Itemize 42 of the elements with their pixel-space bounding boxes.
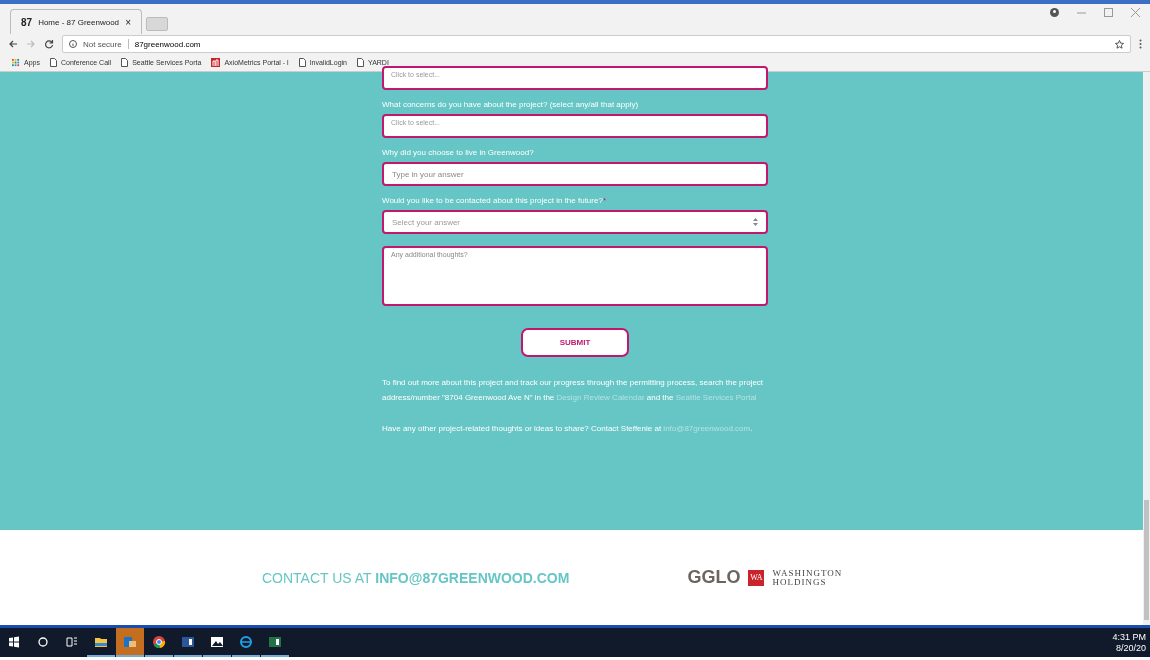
taskbar-clock[interactable]: 4:31 PM 8/20/20 [1112,631,1150,654]
info-paragraph: To find out more about this project and track our progress through the permitting process, search the project address/number "8704 Greenwood Ave N" in the Design Review Calendar and the Seattle Services Portal [382,377,765,404]
page-icon [49,58,57,67]
site-favicon: 87 [21,16,33,28]
star-icon[interactable] [1115,39,1124,49]
back-icon[interactable] [8,39,18,49]
mail-icon [123,634,137,649]
close-icon[interactable] [1131,8,1140,17]
reload-icon[interactable] [44,39,54,49]
maximize-icon[interactable] [1104,8,1113,17]
task-view-icon [65,634,79,649]
info-paragraph: Have any other project-related thoughts or ideas to share? Contact Steffenie at info@87greenwood.com. [382,423,754,435]
windows-icon [7,634,21,649]
scrollbar-thumb[interactable] [1144,500,1149,620]
globe-e-icon [239,634,253,649]
field-label: Would you like to be contacted about this project in the future?* [382,196,607,205]
address-bar[interactable]: Not secure 87greenwood.com [62,35,1131,53]
profile-icon[interactable] [1050,8,1059,17]
gglo-logo: GGLO [687,567,741,588]
submit-button[interactable]: SUBMIT [521,328,629,357]
search-icon [36,634,50,649]
apps-grid-icon [12,58,20,67]
logo-mark: WA [748,569,765,586]
menu-icon[interactable] [1139,39,1142,49]
browser-tab[interactable]: 87 Home - 87 Greenwood × [10,9,142,34]
close-tab-button[interactable]: × [125,16,131,28]
holdings-logo-text: WASHINGTON HOLDINGS [772,568,843,587]
text-field[interactable]: Type in your answer [382,162,768,186]
document-icon [181,634,195,649]
contact-heading: CONTACT US AT INFO@87GREENWOOD.COM [262,569,570,586]
info-icon [69,40,77,48]
building-icon [211,58,221,67]
page-icon [298,58,306,67]
tab-title: Home - 87 Greenwood [38,17,120,27]
page-icon [357,58,364,67]
page-icon [121,58,129,67]
browser-icon [152,634,166,649]
image-icon [210,634,224,649]
spreadsheet-icon [268,634,282,649]
dropdown-arrows-icon [753,218,758,226]
field-label: Why did you choose to live in Greenwood? [382,148,535,157]
field-label: What concerns do you have about the project? (select any/all that apply) [382,100,640,109]
